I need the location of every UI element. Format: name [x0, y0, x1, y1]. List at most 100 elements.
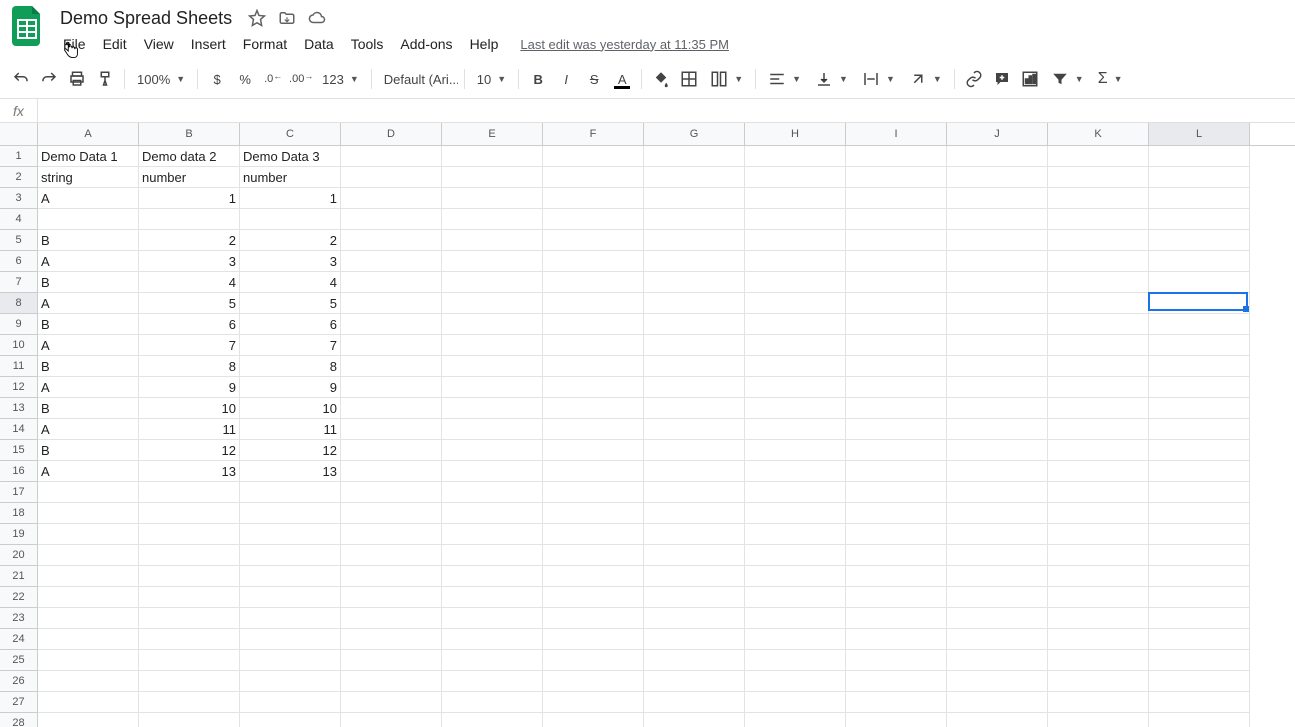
cell-G12[interactable]	[644, 377, 745, 398]
cell-K24[interactable]	[1048, 629, 1149, 650]
cell-F19[interactable]	[543, 524, 644, 545]
cell-C4[interactable]	[240, 209, 341, 230]
cell-J8[interactable]	[947, 293, 1048, 314]
cell-J20[interactable]	[947, 545, 1048, 566]
cell-G27[interactable]	[644, 692, 745, 713]
cell-H27[interactable]	[745, 692, 846, 713]
cell-E18[interactable]	[442, 503, 543, 524]
cell-B20[interactable]	[139, 545, 240, 566]
cell-C11[interactable]: 8	[240, 356, 341, 377]
cell-I16[interactable]	[846, 461, 947, 482]
cell-F27[interactable]	[543, 692, 644, 713]
cell-F2[interactable]	[543, 167, 644, 188]
cell-E26[interactable]	[442, 671, 543, 692]
horizontal-align-button[interactable]: ▼	[762, 66, 807, 92]
cell-L13[interactable]	[1149, 398, 1250, 419]
move-icon[interactable]	[278, 9, 296, 27]
vertical-align-button[interactable]: ▼	[809, 66, 854, 92]
insert-link-button[interactable]	[961, 66, 987, 92]
cell-B11[interactable]: 8	[139, 356, 240, 377]
cell-A17[interactable]	[38, 482, 139, 503]
cell-G23[interactable]	[644, 608, 745, 629]
cell-L2[interactable]	[1149, 167, 1250, 188]
menu-addons[interactable]: Add-ons	[393, 32, 459, 56]
cell-C13[interactable]: 10	[240, 398, 341, 419]
column-header-G[interactable]: G	[644, 123, 745, 145]
currency-button[interactable]: $	[204, 66, 230, 92]
cell-H24[interactable]	[745, 629, 846, 650]
cell-F9[interactable]	[543, 314, 644, 335]
cell-I8[interactable]	[846, 293, 947, 314]
cell-K13[interactable]	[1048, 398, 1149, 419]
cell-B7[interactable]: 4	[139, 272, 240, 293]
cell-F5[interactable]	[543, 230, 644, 251]
cell-L19[interactable]	[1149, 524, 1250, 545]
cell-H5[interactable]	[745, 230, 846, 251]
cell-F26[interactable]	[543, 671, 644, 692]
document-title[interactable]: Demo Spread Sheets	[56, 6, 236, 31]
cell-K15[interactable]	[1048, 440, 1149, 461]
cell-B12[interactable]: 9	[139, 377, 240, 398]
cell-K5[interactable]	[1048, 230, 1149, 251]
cell-I19[interactable]	[846, 524, 947, 545]
cell-H10[interactable]	[745, 335, 846, 356]
cell-I23[interactable]	[846, 608, 947, 629]
cell-J23[interactable]	[947, 608, 1048, 629]
cell-H6[interactable]	[745, 251, 846, 272]
cell-D23[interactable]	[341, 608, 442, 629]
insert-chart-button[interactable]	[1017, 66, 1043, 92]
cell-L21[interactable]	[1149, 566, 1250, 587]
cell-G15[interactable]	[644, 440, 745, 461]
cell-L28[interactable]	[1149, 713, 1250, 727]
cell-C1[interactable]: Demo Data 3	[240, 146, 341, 167]
star-icon[interactable]	[248, 9, 266, 27]
fill-color-button[interactable]	[648, 66, 674, 92]
cell-B2[interactable]: number	[139, 167, 240, 188]
cell-A2[interactable]: string	[38, 167, 139, 188]
cell-F12[interactable]	[543, 377, 644, 398]
cell-H4[interactable]	[745, 209, 846, 230]
strikethrough-button[interactable]: S	[581, 66, 607, 92]
cell-K21[interactable]	[1048, 566, 1149, 587]
cell-C19[interactable]	[240, 524, 341, 545]
cell-C14[interactable]: 11	[240, 419, 341, 440]
cell-A6[interactable]: A	[38, 251, 139, 272]
cell-K28[interactable]	[1048, 713, 1149, 727]
cell-A19[interactable]	[38, 524, 139, 545]
cell-K11[interactable]	[1048, 356, 1149, 377]
cell-C28[interactable]	[240, 713, 341, 727]
cell-D13[interactable]	[341, 398, 442, 419]
cell-A21[interactable]	[38, 566, 139, 587]
cell-H26[interactable]	[745, 671, 846, 692]
cell-K9[interactable]	[1048, 314, 1149, 335]
cell-K3[interactable]	[1048, 188, 1149, 209]
cell-I1[interactable]	[846, 146, 947, 167]
cell-C5[interactable]: 2	[240, 230, 341, 251]
cell-E24[interactable]	[442, 629, 543, 650]
cell-E9[interactable]	[442, 314, 543, 335]
column-header-H[interactable]: H	[745, 123, 846, 145]
cell-I14[interactable]	[846, 419, 947, 440]
cell-D21[interactable]	[341, 566, 442, 587]
cell-E20[interactable]	[442, 545, 543, 566]
cell-H22[interactable]	[745, 587, 846, 608]
menu-data[interactable]: Data	[297, 32, 341, 56]
column-header-F[interactable]: F	[543, 123, 644, 145]
cell-I2[interactable]	[846, 167, 947, 188]
cell-J19[interactable]	[947, 524, 1048, 545]
cell-B5[interactable]: 2	[139, 230, 240, 251]
cell-H19[interactable]	[745, 524, 846, 545]
cell-I9[interactable]	[846, 314, 947, 335]
cell-B15[interactable]: 12	[139, 440, 240, 461]
cell-K12[interactable]	[1048, 377, 1149, 398]
cell-B3[interactable]: 1	[139, 188, 240, 209]
cell-H28[interactable]	[745, 713, 846, 727]
cell-K17[interactable]	[1048, 482, 1149, 503]
cell-D15[interactable]	[341, 440, 442, 461]
cell-J12[interactable]	[947, 377, 1048, 398]
cell-A1[interactable]: Demo Data 1	[38, 146, 139, 167]
row-header-23[interactable]: 23	[0, 608, 38, 629]
merge-cells-button[interactable]: ▼	[704, 66, 749, 92]
cell-F8[interactable]	[543, 293, 644, 314]
cell-B13[interactable]: 10	[139, 398, 240, 419]
